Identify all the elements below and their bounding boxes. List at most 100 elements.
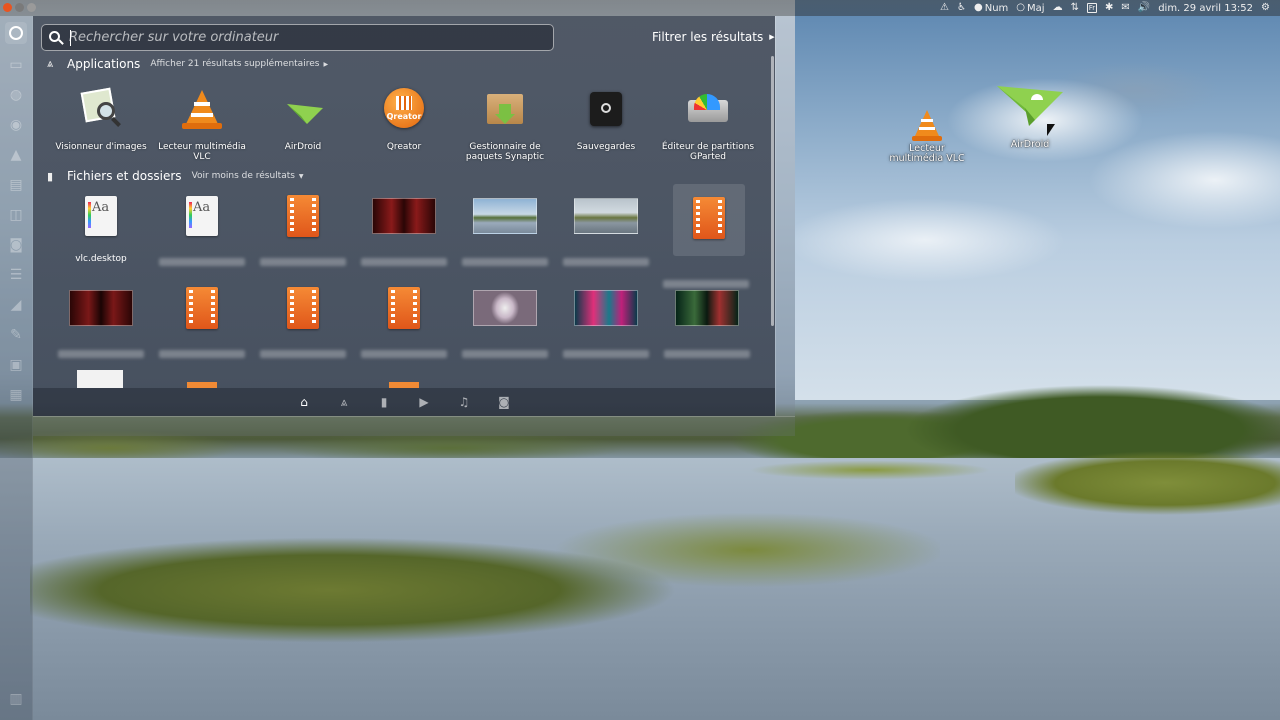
app-result-vlc[interactable]: Lecteur multimédia VLC bbox=[152, 82, 252, 170]
gparted-icon bbox=[684, 86, 732, 134]
obscured-file-label bbox=[462, 258, 548, 266]
power-gear-icon[interactable]: ⚙ bbox=[1261, 3, 1270, 13]
desktop-sky bbox=[795, 0, 1280, 400]
backup-safe-icon bbox=[582, 86, 630, 134]
photo-lens-icon[interactable]: ◙ bbox=[496, 394, 512, 410]
accessibility-icon[interactable]: ♿ bbox=[957, 3, 966, 13]
video-thumbnail bbox=[473, 290, 537, 326]
launcher-item-list[interactable]: ☰ bbox=[5, 264, 27, 286]
file-result[interactable] bbox=[560, 186, 652, 272]
applications-lens-icon: ⩓ bbox=[47, 57, 54, 70]
obscured-file-label bbox=[361, 258, 447, 266]
bluetooth-icon[interactable]: ✱ bbox=[1105, 3, 1113, 13]
numlock-indicator: ● Num bbox=[973, 2, 1009, 14]
synaptic-icon bbox=[481, 86, 529, 134]
launcher-item-writer[interactable]: ▤ bbox=[5, 174, 27, 196]
launcher-item-files[interactable]: ▭ bbox=[5, 54, 27, 76]
home-lens-icon[interactable]: ⌂ bbox=[296, 394, 312, 410]
file-result[interactable] bbox=[257, 186, 349, 272]
close-window-button[interactable] bbox=[3, 3, 12, 12]
launcher-item-monitor[interactable]: ◫ bbox=[5, 204, 27, 226]
app-result-backups[interactable]: Sauvegardes bbox=[556, 82, 656, 170]
launcher-item-camera[interactable]: ◙ bbox=[5, 234, 27, 256]
show-fewer-results-link[interactable]: Voir moins de résultats ▼ bbox=[192, 171, 304, 181]
file-result[interactable]: Aa bbox=[156, 186, 248, 272]
airdroid-icon: ◢ bbox=[10, 297, 22, 313]
vlc-icon: ▲ bbox=[10, 147, 22, 163]
clock[interactable]: dim. 29 avril 13:52 bbox=[1158, 3, 1253, 14]
dash-home-button[interactable] bbox=[5, 22, 27, 44]
obscured-file-label bbox=[260, 258, 346, 266]
cloud-icon[interactable]: ☁ bbox=[1053, 3, 1063, 13]
file-result[interactable] bbox=[560, 278, 652, 364]
app-label: Qreator bbox=[386, 142, 422, 152]
files-lens-icon[interactable]: ▮ bbox=[376, 394, 392, 410]
launcher-item-settings[interactable]: ▦ bbox=[5, 384, 27, 406]
app-result-synaptic[interactable]: Gestionnaire de paquets Synaptic bbox=[455, 82, 555, 170]
file-result[interactable] bbox=[156, 278, 248, 364]
show-more-results-link[interactable]: Afficher 21 résultats supplémentaires ▶ bbox=[150, 59, 328, 69]
document-thumbnail[interactable] bbox=[77, 370, 123, 388]
launcher-item-editor[interactable]: ✎ bbox=[5, 324, 27, 346]
applications-lens-icon[interactable]: ⩓ bbox=[336, 394, 352, 410]
search-input[interactable] bbox=[69, 27, 547, 48]
video-thumbnail bbox=[574, 290, 638, 326]
file-result[interactable] bbox=[55, 278, 147, 364]
triangle-down-icon: ▼ bbox=[298, 172, 304, 180]
category-files-header: ▮ Fichiers et dossiers Voir moins de rés… bbox=[47, 168, 304, 184]
obscured-file-label bbox=[159, 350, 245, 358]
file-label: vlc.desktop bbox=[75, 254, 127, 264]
launcher-item-vlc[interactable]: ▲ bbox=[5, 144, 27, 166]
ubuntu-logo-icon bbox=[9, 26, 23, 40]
filter-results-label: Filtrer les résultats bbox=[652, 30, 764, 44]
file-result[interactable] bbox=[459, 278, 551, 364]
triangle-right-icon: ▶ bbox=[323, 60, 329, 68]
app-result-qreator[interactable]: Qreator Qreator bbox=[354, 82, 454, 170]
music-lens-icon[interactable]: ♫ bbox=[456, 394, 472, 410]
video-thumbnail bbox=[69, 290, 133, 326]
volume-icon[interactable]: 🔊 bbox=[1138, 3, 1150, 13]
file-result[interactable] bbox=[673, 184, 745, 256]
file-result[interactable] bbox=[358, 186, 450, 272]
text-cursor bbox=[70, 30, 71, 46]
app-result-image-viewer[interactable]: Visionneur d'images bbox=[51, 82, 151, 170]
dash-scrollbar[interactable] bbox=[771, 56, 774, 326]
app-result-airdroid[interactable]: AirDroid bbox=[253, 82, 353, 170]
terminal-icon: ▣ bbox=[9, 357, 23, 373]
system-monitor-icon: ◫ bbox=[9, 207, 23, 223]
filter-results-button[interactable]: Filtrer les résultats ▶ bbox=[652, 30, 775, 44]
obscured-file-label bbox=[159, 258, 245, 266]
launcher-item-airdroid[interactable]: ◢ bbox=[5, 294, 27, 316]
desktop-icon-airdroid[interactable]: AirDroid bbox=[994, 78, 1066, 150]
desktop-icon-vlc[interactable]: Lecteur multimédia VLC bbox=[884, 108, 970, 164]
file-result[interactable] bbox=[459, 186, 551, 272]
top-panel: ⚠ ♿ ● Num ○ Maj ☁ ⇅ Fr ✱ ✉ 🔊 dim. 29 avril… bbox=[0, 0, 1280, 16]
text-document-icon: Aa bbox=[85, 196, 117, 236]
file-result[interactable] bbox=[661, 278, 753, 364]
category-applications-header: ⩓ Applications Afficher 21 résultats sup… bbox=[47, 56, 328, 72]
search-box[interactable] bbox=[41, 24, 554, 51]
vlc-icon bbox=[178, 86, 226, 134]
launcher-item-terminal[interactable]: ▣ bbox=[5, 354, 27, 376]
file-result[interactable] bbox=[358, 278, 450, 364]
launcher-item-browser[interactable]: ◍ bbox=[5, 84, 27, 106]
minimize-window-button[interactable] bbox=[15, 3, 24, 12]
firefox-icon: ◍ bbox=[9, 87, 23, 103]
update-notifier-icon[interactable]: ⚠ bbox=[940, 3, 949, 13]
network-icon[interactable]: ⇅ bbox=[1071, 3, 1079, 13]
image-viewer-icon bbox=[77, 86, 125, 134]
app-result-gparted[interactable]: Éditeur de partitions GParted bbox=[658, 82, 758, 170]
triangle-right-icon: ▶ bbox=[769, 33, 775, 41]
keyboard-layout-indicator[interactable]: Fr bbox=[1086, 3, 1097, 13]
file-result[interactable]: Aa vlc.desktop bbox=[55, 186, 147, 272]
settings-icon: ▦ bbox=[9, 387, 23, 403]
file-result[interactable] bbox=[257, 278, 349, 364]
launcher: ▭ ◍ ◉ ▲ ▤ ◫ ◙ ☰ ◢ ✎ ▣ ▦ ▥ bbox=[0, 16, 33, 720]
launcher-item-mail[interactable]: ◉ bbox=[5, 114, 27, 136]
video-lens-icon[interactable]: ▶ bbox=[416, 394, 432, 410]
app-label: Éditeur de partitions GParted bbox=[661, 142, 755, 162]
desktop-reeds bbox=[30, 500, 940, 680]
maximize-window-button[interactable] bbox=[27, 3, 36, 12]
launcher-item-trash[interactable]: ▥ bbox=[5, 688, 27, 710]
messaging-icon[interactable]: ✉ bbox=[1121, 3, 1129, 13]
